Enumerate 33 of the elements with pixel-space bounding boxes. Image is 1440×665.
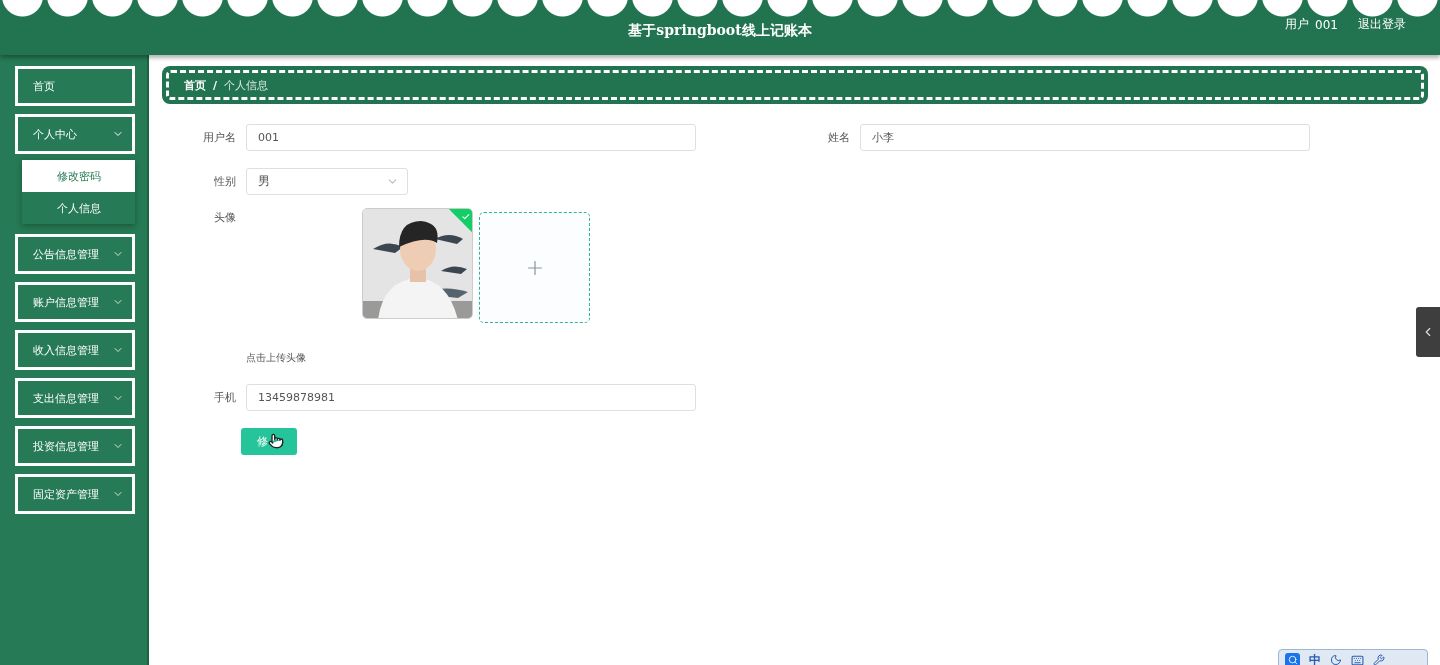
- field-label: 姓名: [827, 130, 851, 146]
- field-label: 手机: [213, 390, 237, 406]
- name-field[interactable]: 小李: [860, 124, 1310, 151]
- breadcrumb-item[interactable]: 首页: [184, 77, 206, 93]
- upload-hint: 点击上传头像: [246, 351, 306, 365]
- input-mode-toggle[interactable]: 中: [1309, 651, 1321, 665]
- menu-item[interactable]: 账户信息管理: [15, 282, 135, 322]
- wrench-icon[interactable]: [1373, 654, 1385, 665]
- breadcrumb-separator: /: [213, 78, 218, 92]
- ime-logo-icon: [1285, 652, 1300, 665]
- menu-item[interactable]: 投资信息管理: [15, 426, 135, 466]
- gender-select[interactable]: 男: [246, 168, 408, 195]
- menu-item[interactable]: 公告信息管理: [15, 234, 135, 274]
- field-label: 用户名: [202, 130, 237, 146]
- logout-link[interactable]: 退出登录: [1358, 16, 1406, 33]
- username-field[interactable]: 001: [246, 124, 696, 151]
- phone-field[interactable]: 13459878981: [246, 384, 696, 411]
- field-label: 头像: [213, 210, 237, 226]
- breadcrumb-item: 个人信息: [224, 77, 269, 93]
- keyboard-icon[interactable]: [1351, 653, 1364, 665]
- menu-item[interactable]: 首页: [15, 66, 135, 106]
- user-name: 001: [1315, 17, 1338, 32]
- submenu-item[interactable]: 修改密码: [22, 160, 135, 192]
- menu-item[interactable]: 个人中心: [15, 114, 135, 154]
- app-title: 基于springboot线上记账本: [628, 21, 812, 40]
- submenu-item[interactable]: 个人信息: [22, 192, 135, 224]
- field-label: 性别: [213, 174, 237, 190]
- hand-pointer-icon: [268, 433, 284, 449]
- user-label: 用户: [1285, 16, 1310, 33]
- menu-item[interactable]: 固定资产管理: [15, 474, 135, 514]
- menu-item[interactable]: 收入信息管理: [15, 330, 135, 370]
- moon-icon[interactable]: [1330, 654, 1342, 665]
- menu-item[interactable]: 支出信息管理: [15, 378, 135, 418]
